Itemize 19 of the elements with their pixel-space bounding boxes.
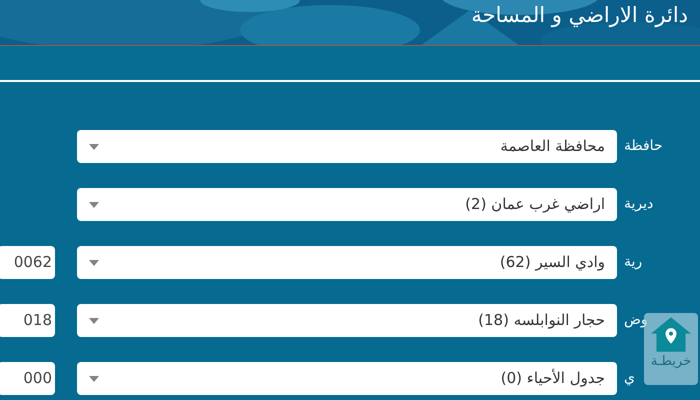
field-label: رية xyxy=(624,253,642,272)
caret-icon xyxy=(89,260,99,266)
caret-icon xyxy=(89,144,99,150)
code-field[interactable]: 000 xyxy=(0,362,55,395)
code-field[interactable]: 018 xyxy=(0,304,55,337)
select-dropdown[interactable]: حجار النوابلسه (18) xyxy=(77,304,617,337)
field-label: ديرية xyxy=(624,195,654,214)
select-dropdown[interactable]: وادي السير (62) xyxy=(77,246,617,279)
house-pin-icon xyxy=(651,317,691,352)
page-title: دائرة الاراضي و المساحة xyxy=(471,2,688,28)
caret-icon xyxy=(89,202,99,208)
select-dropdown[interactable]: محافظة العاصمة xyxy=(77,130,617,163)
select-dropdown[interactable]: جدول الأحياء (0) xyxy=(77,362,617,395)
field-label: ي xyxy=(624,369,635,388)
code-field[interactable]: 0062 xyxy=(0,246,55,279)
caret-icon xyxy=(89,376,99,382)
caret-icon xyxy=(89,318,99,324)
field-label: حافظة xyxy=(624,137,663,156)
select-dropdown[interactable]: اراضي غرب عمان (2) xyxy=(77,188,617,221)
